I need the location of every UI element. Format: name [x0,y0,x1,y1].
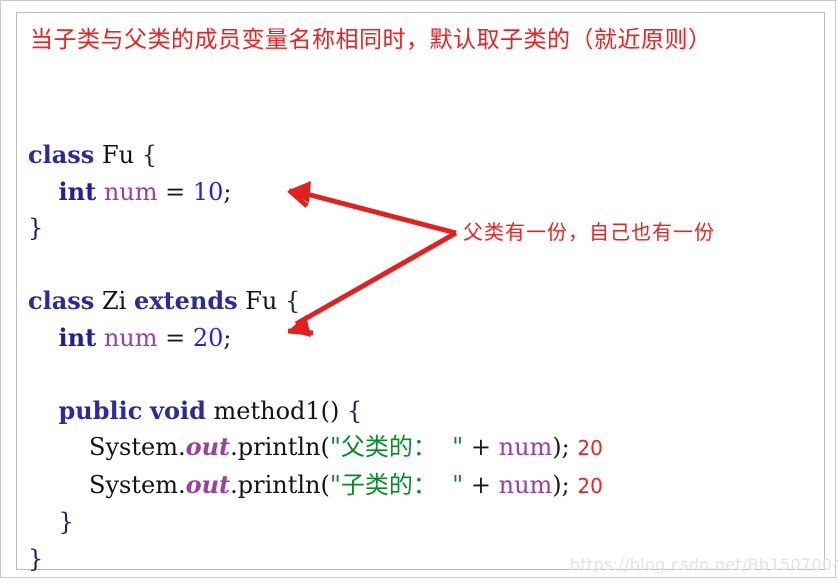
system-ref-1: System. [89,433,186,461]
brace-open-3: { [347,396,363,425]
type-int-1: int [58,176,97,206]
field-num-ref-1: num [498,433,553,461]
brace-close-3: } [28,544,44,573]
equals-2: = [165,323,186,352]
value-10: 10 [192,177,224,206]
println-call-1: .println( [230,433,330,461]
keyword-class-1: class [28,140,95,169]
field-num-2: num [103,323,158,352]
keyword-public: public [58,395,143,425]
method-name-method1: method1() [213,396,340,425]
brace-close-2: } [58,508,74,536]
code-block: class Fu { int num = 10; } class Zi exte… [28,137,603,577]
brace-open-1: { [141,141,157,169]
string-literal-child: "子类的： " [329,470,464,499]
class-name-zi: Zi [101,287,127,315]
plus-operator-2: + [470,470,491,499]
type-int-2: int [58,322,97,352]
plus-operator-1: + [470,433,491,461]
output-annotation-1: 20 [577,436,603,460]
superclass-name-fu: Fu [245,287,278,315]
class-name-fu: Fu [101,141,135,169]
slide-screenshot: 当子类与父类的成员变量名称相同时，默认取子类的（就近原则） class Fu {… [0,0,838,584]
string-literal-parent: "父类的： " [329,433,464,461]
value-20: 20 [192,323,224,352]
println-call-2: .println( [230,470,330,499]
semicolon-2: ; [223,323,232,352]
keyword-extends: extends [133,286,238,315]
out-field-1: out [185,432,231,461]
system-ref-2: System. [89,470,186,499]
keyword-void: void [150,395,206,425]
field-num-1: num [103,177,158,206]
statement-close-2: ); [552,470,570,499]
output-annotation-2: 20 [577,473,603,498]
semicolon-1: ; [223,177,232,206]
out-field-2: out [185,469,231,499]
keyword-class-2: class [28,286,95,315]
field-num-ref-2: num [498,470,553,499]
watermark-url: https://blog.csdn.net/Bb15070047748 [570,555,838,574]
slide-title: 当子类与父类的成员变量名称相同时，默认取子类的（就近原则） [30,27,712,53]
equals-1: = [165,177,186,206]
brace-close-1: } [28,214,44,242]
statement-close-1: ); [552,433,570,461]
brace-open-2: { [285,287,301,315]
annotation-text: 父类有一份，自己也有一份 [463,220,715,244]
